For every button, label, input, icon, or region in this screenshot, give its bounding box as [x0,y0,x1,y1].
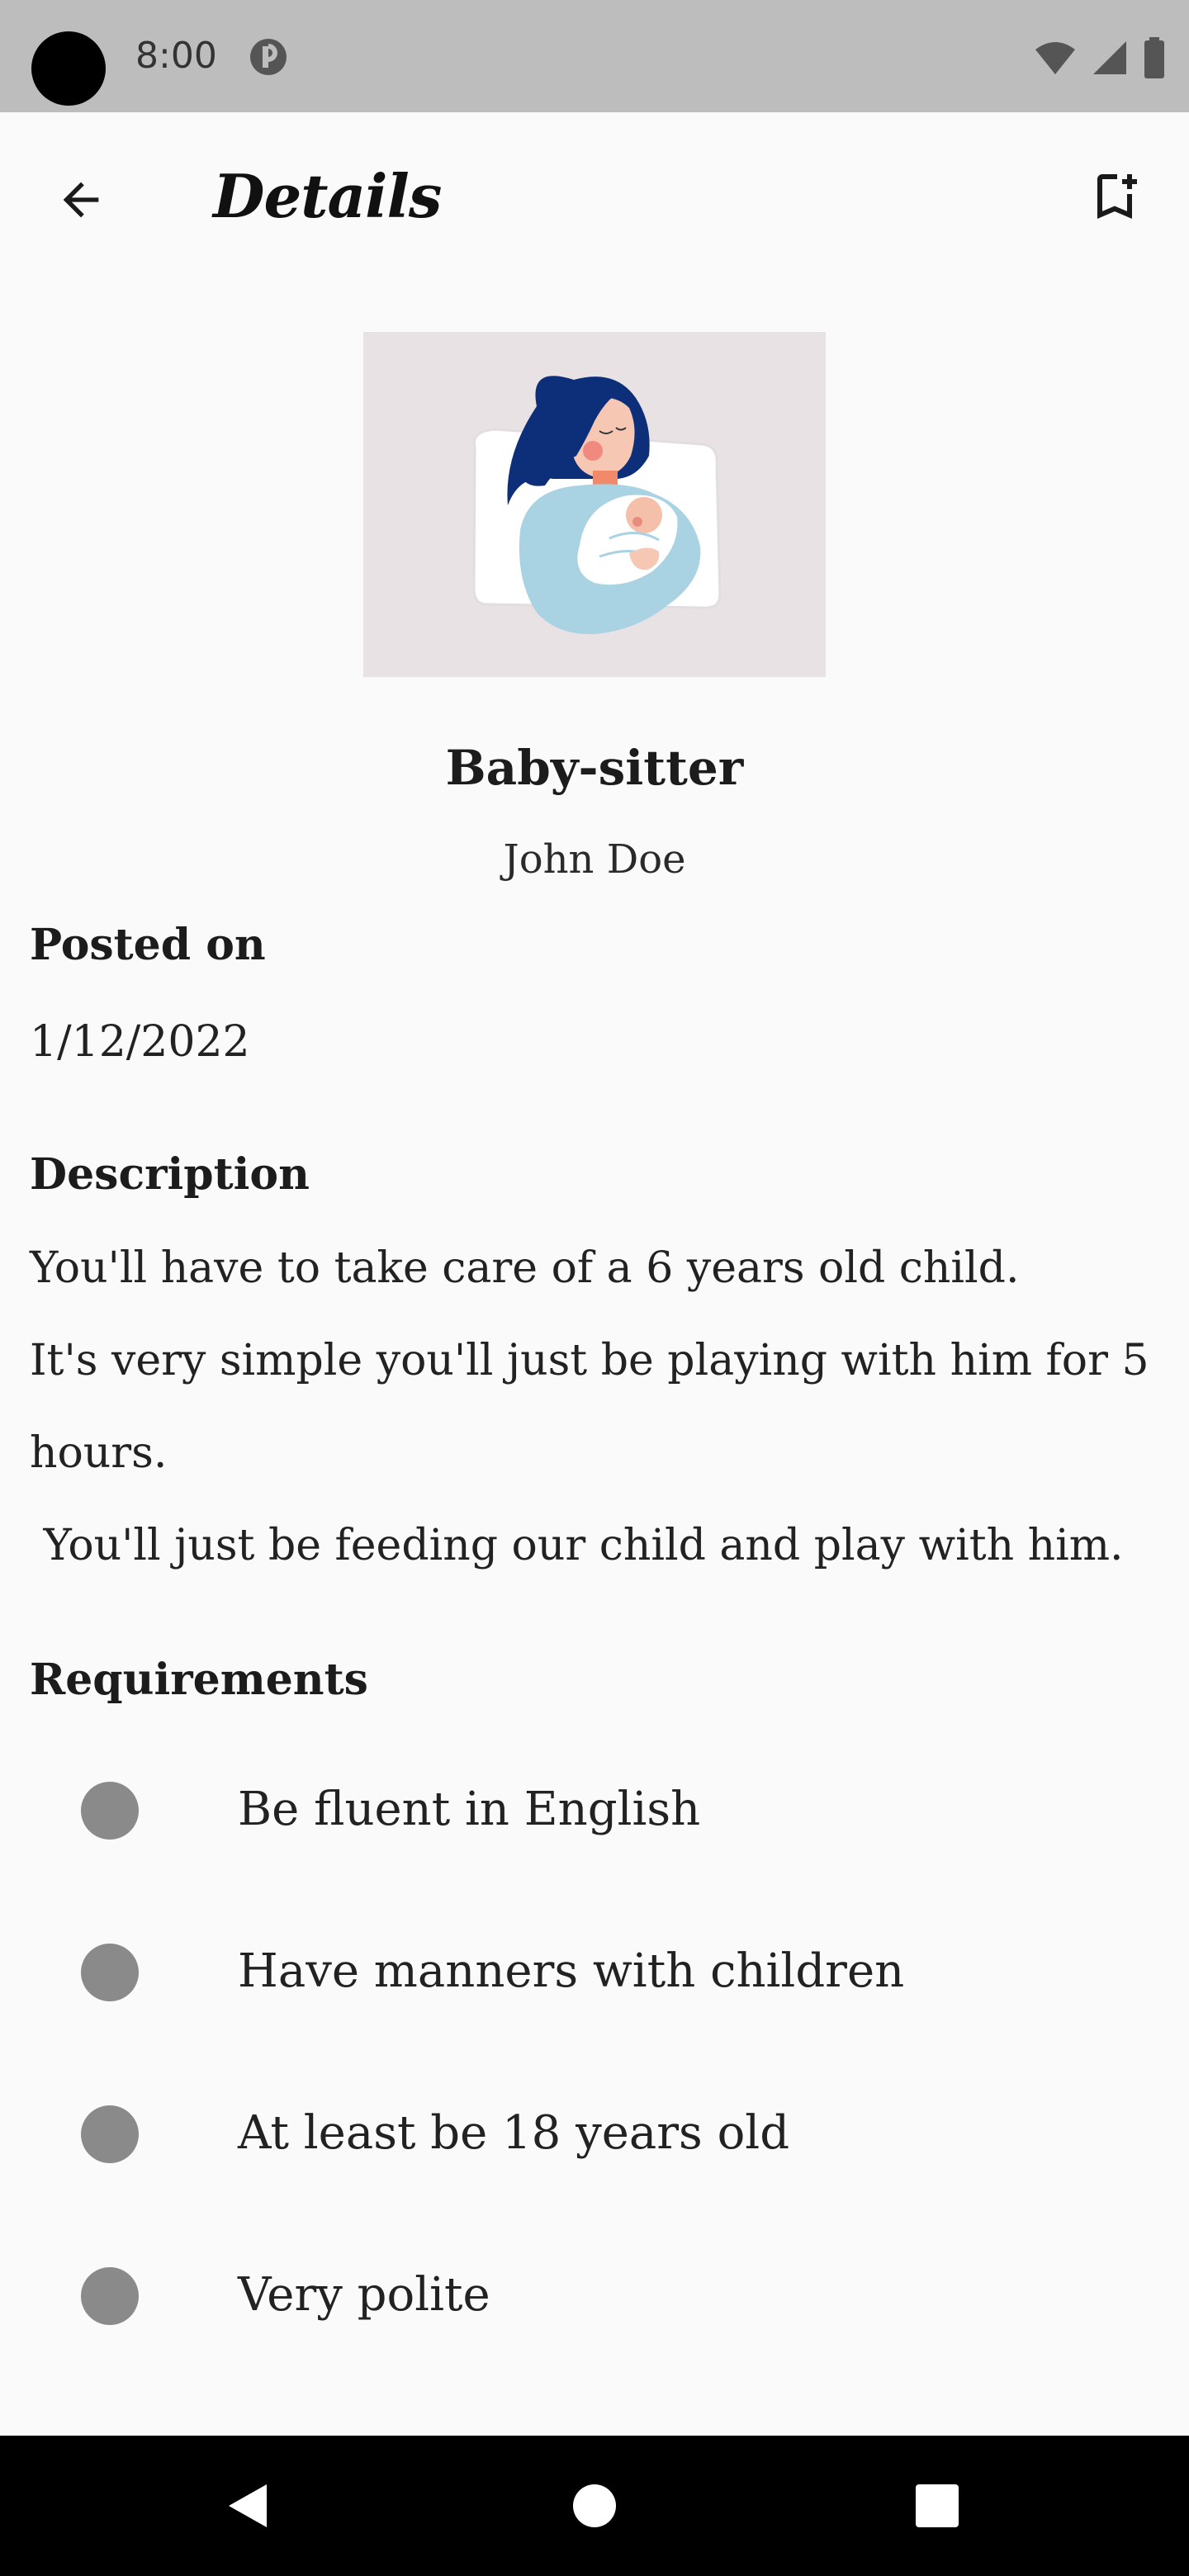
description-line: hours. [30,1428,168,1478]
status-time: 8:00 [135,35,217,77]
requirement-text: Very polite [238,2268,490,2322]
app-bar: Details [0,112,1189,274]
requirement-text: Be fluent in English [238,1783,701,1836]
job-title: Baby-sitter [445,740,744,796]
description-line: You'll just be feeding our child and pla… [30,1521,1124,1570]
wifi-icon [1035,42,1075,74]
nav-recents-button[interactable] [892,2460,983,2551]
nav-back-button[interactable] [203,2460,294,2551]
status-icons [1034,33,1166,83]
page-title: Details [213,161,442,231]
cell-signal-icon [1093,41,1126,74]
posted-on-label: Posted on [30,920,266,970]
bookmark-add-icon [1097,174,1137,219]
nav-home-button[interactable] [549,2460,640,2551]
bullet-dot [81,1782,139,1840]
bookmark-add-button[interactable] [1073,155,1156,238]
list-item: At least be 18 years old [0,2087,1189,2249]
bullet-dot [81,2267,139,2325]
app-notification-icon [250,39,287,75]
requirement-text: At least be 18 years old [238,2106,790,2160]
battery-icon [1144,37,1164,78]
camera-hole [31,31,106,106]
bullet-dot [81,1944,139,2001]
mother-baby-illustration [472,376,722,635]
bullet-dot [81,2105,139,2163]
arrow-back-icon [63,182,99,218]
requirement-text: Have manners with children [238,1944,905,1998]
requirements-list: Be fluent in English Have manners with c… [0,1764,1189,2411]
status-bar: 8:00 [0,0,1189,112]
nav-recents-icon [916,2484,959,2527]
description-line: It's very simple you'll just be playing … [30,1336,1149,1385]
back-button[interactable] [41,160,121,239]
requirements-label: Requirements [30,1655,368,1705]
list-item: Very polite [0,2249,1189,2411]
system-nav-bar [0,2436,1189,2576]
description-label: Description [30,1149,310,1200]
nav-back-icon [229,2484,267,2527]
posted-date: 1/12/2022 [30,1017,250,1067]
description-line: You'll have to take care of a 6 years ol… [30,1243,1020,1293]
list-item: Be fluent in English [0,1764,1189,1925]
nav-home-icon [573,2484,616,2527]
list-item: Have manners with children [0,1925,1189,2087]
poster-name: John Doe [503,836,686,883]
job-image [363,332,826,677]
